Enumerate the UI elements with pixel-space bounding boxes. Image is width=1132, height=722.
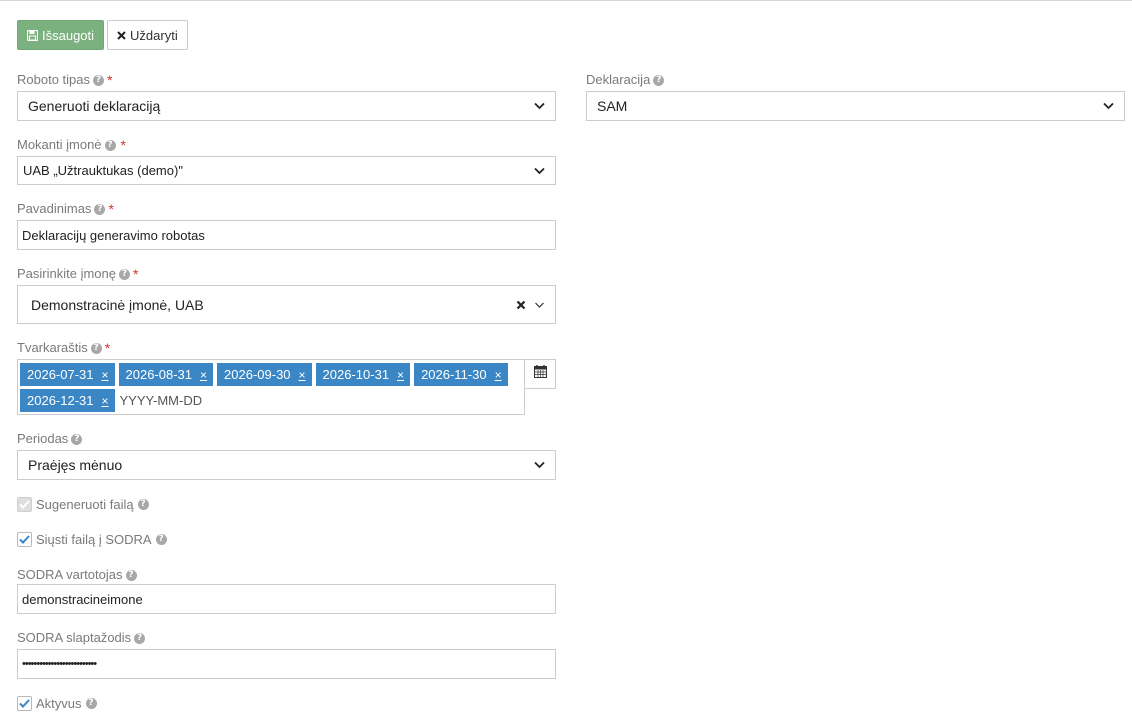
remove-date-icon[interactable]: × bbox=[102, 368, 109, 382]
declaration-select[interactable]: SAM bbox=[586, 91, 1125, 121]
period-select[interactable]: Praėjęs mėnuo bbox=[17, 450, 556, 480]
date-tag: 2026-09-30 × bbox=[217, 363, 312, 386]
name-value: Deklaracijų generavimo robotas bbox=[22, 227, 205, 243]
schedule-label-row: Tvarkaraštis ? * bbox=[17, 340, 110, 356]
times-icon bbox=[117, 30, 126, 40]
date-entry-placeholder[interactable]: YYYY-MM-DD bbox=[120, 389, 203, 412]
date-tag: 2026-07-31 × bbox=[20, 363, 115, 386]
date-tag-label: 2026-07-31 bbox=[27, 367, 94, 382]
generate-file-checkbox bbox=[17, 497, 32, 512]
date-tag: 2026-11-30 × bbox=[414, 363, 508, 386]
question-circle-icon[interactable]: ? bbox=[653, 74, 665, 86]
choose-company-label-row: Pasirinkite įmonę ? * bbox=[17, 266, 138, 282]
toolbar: Išsaugoti Uždaryti bbox=[17, 20, 188, 50]
generate-file-row: Sugeneruoti failą ? bbox=[17, 497, 149, 512]
remove-date-icon[interactable]: × bbox=[200, 368, 207, 382]
active-label: Aktyvus bbox=[36, 696, 82, 711]
date-tag: 2026-10-31 × bbox=[315, 363, 411, 386]
date-tag-label: 2026-12-31 bbox=[27, 393, 94, 408]
paying-company-label: Mokanti įmonė bbox=[17, 137, 102, 152]
period-label-row: Periodas ? bbox=[17, 431, 83, 447]
question-circle-icon[interactable]: ? bbox=[71, 433, 83, 445]
choose-company-value: Demonstracinė įmonė, UAB bbox=[31, 296, 204, 313]
question-circle-icon[interactable]: ? bbox=[137, 499, 149, 510]
name-label: Pavadinimas bbox=[17, 201, 92, 216]
robot-type-label-row: Roboto tipas ? * bbox=[17, 72, 112, 88]
question-circle-icon[interactable]: ? bbox=[94, 203, 106, 215]
remove-date-icon[interactable]: × bbox=[495, 368, 502, 382]
question-circle-icon[interactable]: ? bbox=[125, 569, 137, 581]
save-button-label: Išsaugoti bbox=[42, 27, 95, 43]
sodra-password-input[interactable]: •••••••••••••••••••••••••• bbox=[17, 649, 556, 679]
question-circle-icon[interactable]: ? bbox=[93, 74, 104, 86]
sodra-user-label-row: SODRA vartotojas ? bbox=[17, 567, 137, 583]
remove-date-icon[interactable]: × bbox=[299, 368, 306, 382]
required-mark: * bbox=[120, 137, 126, 153]
chevron-down-icon bbox=[533, 100, 545, 112]
chevron-down-icon bbox=[533, 459, 545, 471]
sodra-user-input[interactable]: demonstracineimone bbox=[17, 584, 556, 614]
chevron-down-icon[interactable] bbox=[533, 299, 545, 311]
sodra-password-value: •••••••••••••••••••••••••• bbox=[22, 658, 97, 670]
declaration-value: SAM bbox=[597, 98, 628, 114]
remove-date-icon[interactable]: × bbox=[102, 394, 109, 408]
declaration-label-row: Deklaracija ? bbox=[586, 72, 665, 88]
save-button[interactable]: Išsaugoti bbox=[17, 20, 105, 50]
question-circle-icon[interactable]: ? bbox=[85, 698, 97, 709]
question-circle-icon[interactable]: ? bbox=[155, 534, 167, 545]
calendar-button[interactable] bbox=[524, 359, 556, 389]
schedule-label: Tvarkaraštis bbox=[17, 340, 88, 355]
required-mark: * bbox=[133, 266, 139, 282]
date-tag-label: 2026-09-30 bbox=[224, 367, 291, 382]
sodra-password-label-row: SODRA slaptažodis ? bbox=[17, 630, 146, 646]
check-icon bbox=[19, 699, 30, 708]
date-tag: 2026-08-31 × bbox=[118, 363, 214, 386]
question-circle-icon[interactable]: ? bbox=[134, 632, 146, 644]
question-circle-icon[interactable]: ? bbox=[119, 268, 130, 280]
robot-type-select[interactable]: Generuoti deklaraciją bbox=[17, 91, 556, 121]
check-icon bbox=[19, 535, 30, 544]
paying-company-label-row: Mokanti įmonė ? * bbox=[17, 137, 126, 153]
schedule-dates-input[interactable]: 2026-07-31 × 2026-08-31 × 2026-09-30 × 2… bbox=[17, 359, 525, 415]
close-button[interactable]: Uždaryti bbox=[107, 20, 188, 50]
date-tag: 2026-12-31 × bbox=[20, 389, 115, 412]
paying-company-value: UAB „Užtrauktukas (demo)" bbox=[23, 163, 183, 178]
floppy-disk-icon bbox=[27, 29, 38, 41]
send-sodra-label: Siųsti failą į SODRA bbox=[36, 532, 152, 547]
check-icon bbox=[19, 500, 30, 509]
question-circle-icon[interactable]: ? bbox=[104, 139, 116, 151]
robot-type-label: Roboto tipas bbox=[17, 72, 90, 87]
date-tag-label: 2026-10-31 bbox=[322, 367, 390, 382]
remove-date-icon[interactable]: × bbox=[397, 368, 404, 382]
required-mark: * bbox=[104, 340, 111, 356]
period-value: Praėjęs mėnuo bbox=[28, 457, 123, 473]
top-border bbox=[0, 0, 1132, 1]
date-tag-label: 2026-08-31 bbox=[125, 367, 193, 382]
clear-selection-icon[interactable] bbox=[515, 299, 527, 311]
robot-type-value: Generuoti deklaraciją bbox=[28, 98, 161, 114]
sodra-password-label: SODRA slaptažodis bbox=[17, 630, 132, 645]
question-circle-icon[interactable]: ? bbox=[90, 342, 102, 354]
sodra-user-value: demonstracineimone bbox=[22, 591, 143, 607]
paying-company-select[interactable]: UAB „Užtrauktukas (demo)" bbox=[17, 156, 556, 185]
chevron-down-icon bbox=[533, 165, 545, 177]
calendar-icon bbox=[533, 365, 547, 383]
sodra-user-label: SODRA vartotojas bbox=[17, 567, 123, 582]
required-mark: * bbox=[108, 201, 114, 217]
close-button-label: Uždaryti bbox=[130, 27, 178, 43]
name-label-row: Pavadinimas ? * bbox=[17, 201, 114, 217]
active-checkbox[interactable] bbox=[17, 696, 32, 711]
generate-file-label: Sugeneruoti failą bbox=[36, 497, 134, 512]
period-label: Periodas bbox=[17, 431, 69, 446]
name-input[interactable]: Deklaracijų generavimo robotas bbox=[17, 220, 556, 250]
choose-company-select[interactable]: Demonstracinė įmonė, UAB bbox=[17, 285, 556, 324]
required-mark: * bbox=[107, 72, 113, 88]
send-sodra-row: Siųsti failą į SODRA ? bbox=[17, 532, 167, 547]
send-sodra-checkbox[interactable] bbox=[17, 532, 32, 547]
choose-company-label: Pasirinkite įmonę bbox=[17, 266, 116, 281]
active-row: Aktyvus ? bbox=[17, 696, 97, 711]
chevron-down-icon bbox=[1102, 100, 1114, 112]
date-tag-label: 2026-11-30 bbox=[421, 367, 487, 382]
declaration-label: Deklaracija bbox=[586, 72, 651, 87]
